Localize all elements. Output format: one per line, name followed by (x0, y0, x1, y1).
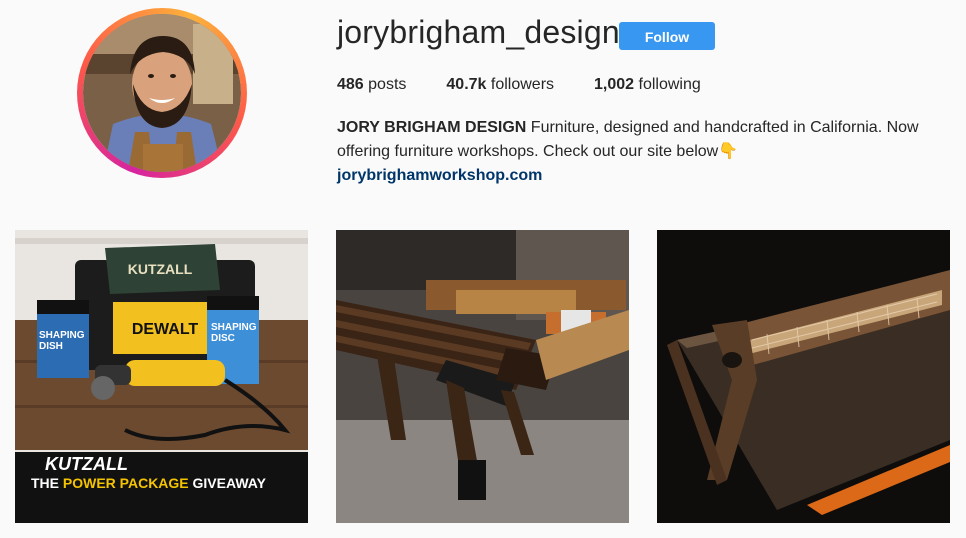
post-thumbnail-1[interactable]: KUTZALL DEWALT SHAPING DISH SHAPING DISC… (15, 230, 308, 523)
kutzall-logo-text: KUTZALL (45, 454, 128, 474)
profile-bio: JORY BRIGHAM DESIGN Furniture, designed … (337, 116, 957, 188)
caption-prefix: THE (31, 475, 63, 491)
caption-suffix: GIVEAWAY (189, 475, 267, 491)
bio-website-link[interactable]: jorybrighamworkshop.com (337, 164, 957, 188)
shaping-disc-label: SHAPING DISC (211, 322, 257, 344)
profile-stats: 486 posts 40.7k followers 1,002 followin… (337, 76, 741, 94)
posts-label: posts (363, 76, 407, 93)
post-thumbnail-2[interactable] (336, 230, 629, 523)
dewalt-box-text: DEWALT (132, 321, 199, 338)
shaping-dish-label: SHAPING DISH (39, 330, 85, 352)
kutzall-bag-text: KUTZALL (128, 261, 193, 277)
posts-stat: 486 posts (337, 76, 406, 94)
post-thumbnail-3[interactable] (657, 230, 950, 523)
following-label: following (634, 76, 701, 93)
following-stat[interactable]: 1,002 following (594, 76, 701, 94)
caption-highlight: POWER PACKAGE (63, 475, 189, 491)
svg-text:THE POWER PACKAGE GIVEAWAY: THE POWER PACKAGE GIVEAWAY (31, 475, 267, 491)
followers-count: 40.7k (446, 76, 487, 93)
bio-name: JORY BRIGHAM DESIGN (337, 119, 527, 136)
followers-label: followers (486, 76, 555, 93)
follow-button[interactable]: Follow (619, 22, 715, 50)
profile-avatar-ring[interactable] (77, 8, 247, 178)
followers-stat[interactable]: 40.7k followers (446, 76, 554, 94)
posts-count: 486 (337, 76, 364, 93)
profile-avatar[interactable] (83, 14, 241, 172)
pointing-down-icon: 👇 (718, 143, 739, 160)
profile-username: jorybrigham_design (337, 14, 620, 50)
following-count: 1,002 (594, 76, 635, 93)
